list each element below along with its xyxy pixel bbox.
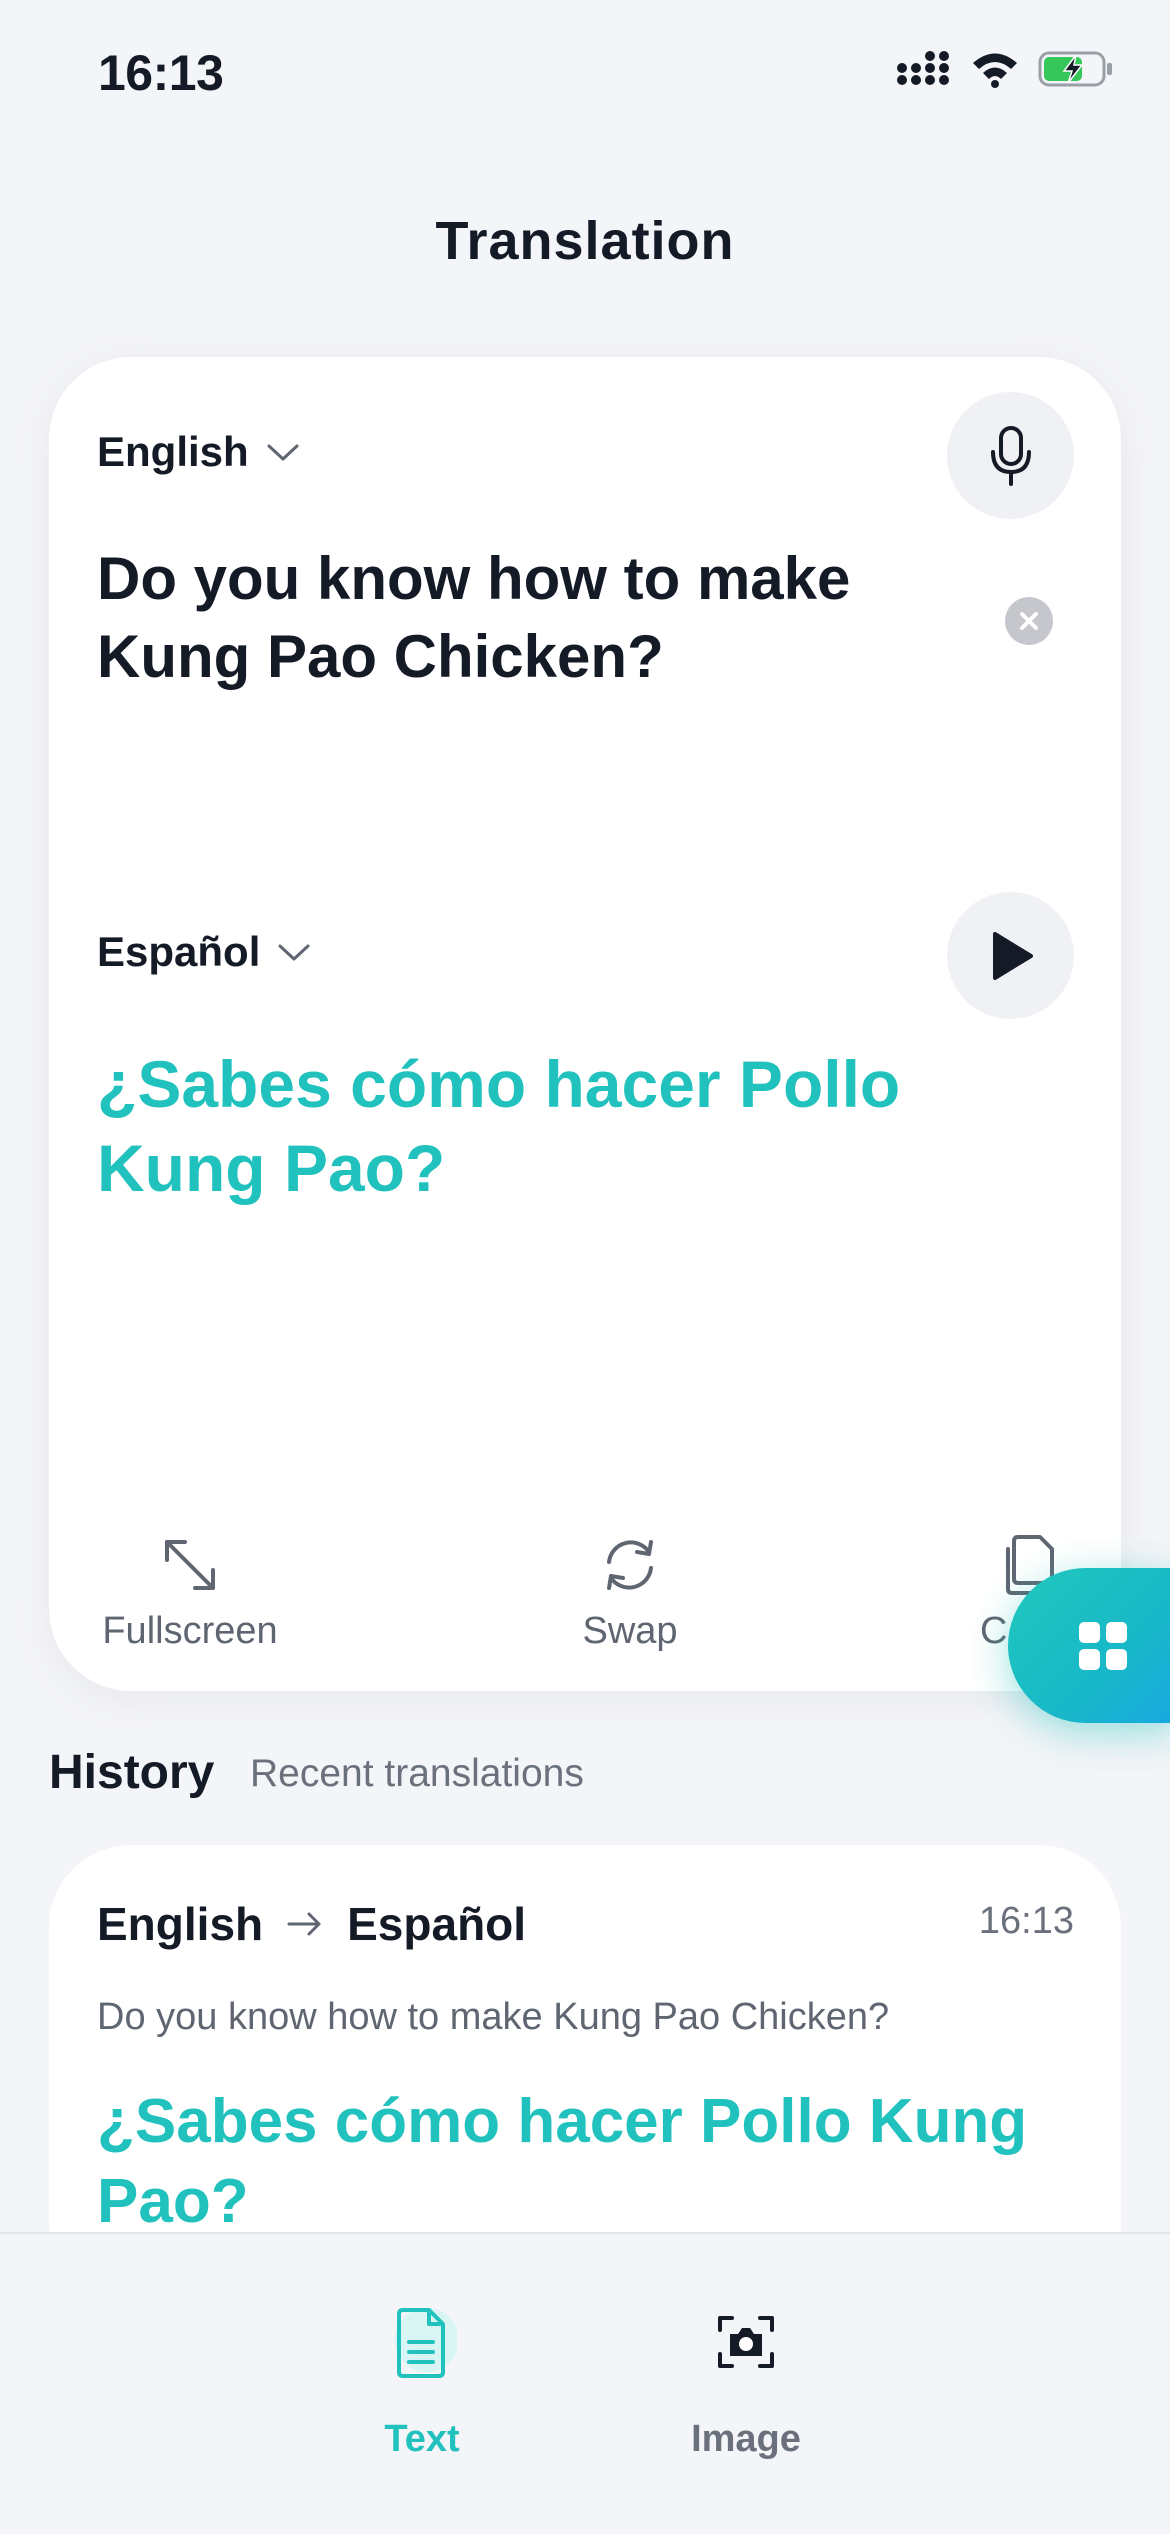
camera-icon xyxy=(718,2316,774,2368)
tab-text[interactable]: Text xyxy=(322,2292,522,2461)
play-icon xyxy=(992,931,1033,980)
wifi-icon xyxy=(973,53,1017,88)
microphone-icon xyxy=(990,425,1031,486)
tab-image-label: Image xyxy=(691,2418,801,2460)
close-icon xyxy=(1020,612,1038,630)
status-time: 16:13 xyxy=(98,45,224,101)
status-icons xyxy=(896,50,1114,88)
arrow-right-icon xyxy=(287,1912,321,1936)
microphone-button[interactable] xyxy=(947,392,1074,519)
tab-image[interactable]: Image xyxy=(646,2292,846,2461)
source-language-label: English xyxy=(97,428,249,475)
history-source-text: Do you know how to make Kung Pao Chicken… xyxy=(97,1996,890,2038)
clear-text-button[interactable] xyxy=(1005,597,1053,645)
fullscreen-icon xyxy=(165,1540,215,1590)
menu-fab-button[interactable] xyxy=(1008,1568,1170,1723)
grid-icon xyxy=(1079,1621,1127,1670)
source-language-selector[interactable]: English xyxy=(97,428,301,476)
translated-text: ¿Sabes cómo hacer Pollo Kung Pao? xyxy=(97,1047,901,1205)
swap-label: Swap xyxy=(582,1610,678,1652)
history-title: History xyxy=(49,1746,215,1799)
history-from-language: English xyxy=(97,1898,264,1950)
tab-bar xyxy=(0,2232,1170,2534)
fullscreen-label: Fullscreen xyxy=(102,1610,278,1652)
cellular-signal-icon xyxy=(897,51,949,85)
history-translated-text: ¿Sabes cómo hacer Pollo Kung Pao? xyxy=(97,2087,1028,2236)
history-to-language: Español xyxy=(347,1898,527,1950)
swap-button[interactable]: Swap xyxy=(530,1530,730,1653)
chevron-down-icon xyxy=(267,444,299,461)
target-language-selector[interactable]: Español xyxy=(97,928,312,976)
history-time: 16:13 xyxy=(978,1900,1074,1942)
play-audio-button[interactable] xyxy=(947,892,1074,1019)
swap-icon xyxy=(607,1540,653,1590)
tab-text-label: Text xyxy=(384,2418,460,2460)
history-subtitle: Recent translations xyxy=(250,1752,584,1795)
source-text[interactable]: Do you know how to make Kung Pao Chicken… xyxy=(97,540,957,696)
chevron-down-icon xyxy=(278,944,310,961)
battery-charging-icon xyxy=(1038,51,1112,87)
document-icon xyxy=(395,2308,457,2378)
fullscreen-button[interactable]: Fullscreen xyxy=(90,1530,290,1653)
page-title: Translation xyxy=(435,211,735,271)
history-language-pair: English Español xyxy=(97,1897,526,1951)
target-language-label: Español xyxy=(97,928,261,975)
